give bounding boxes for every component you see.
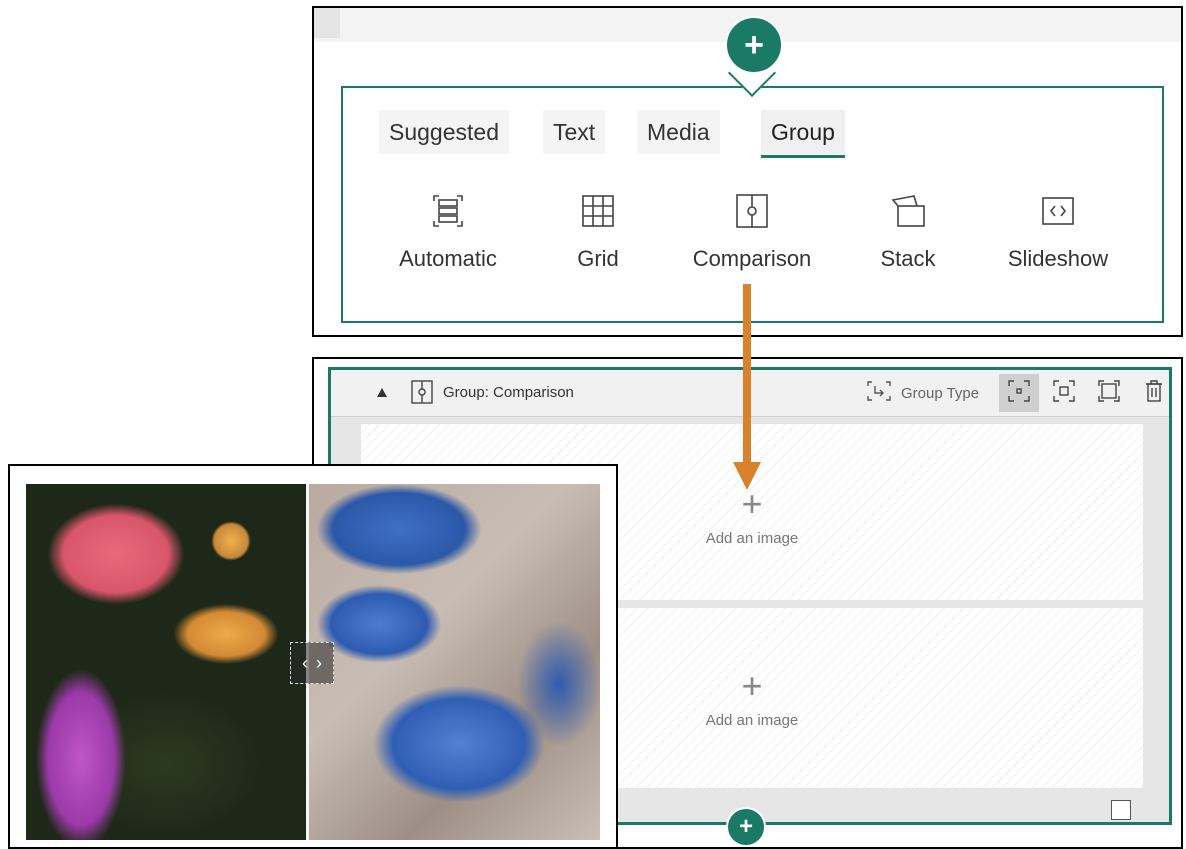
automatic-layout-icon: [373, 192, 523, 230]
left-lobster-photo: [26, 484, 306, 840]
tab-text[interactable]: Text: [543, 110, 606, 154]
insert-plus-button[interactable]: +: [725, 16, 783, 74]
slideshow-icon: [983, 192, 1133, 230]
group-type-button[interactable]: Group Type: [867, 378, 979, 408]
option-grid[interactable]: Grid: [523, 192, 673, 272]
collapse-triangle-icon[interactable]: [377, 388, 387, 397]
grid-icon: [523, 192, 673, 230]
stack-icon: [833, 192, 983, 230]
tab-group[interactable]: Group: [761, 110, 845, 158]
comparison-icon: [411, 380, 433, 408]
option-comparison-label: Comparison: [692, 246, 812, 271]
option-stack[interactable]: Stack: [833, 192, 983, 272]
comparison-preview-screenshot: ‹ ›: [8, 464, 618, 849]
size-medium-button[interactable]: [1044, 374, 1084, 412]
size-large-icon: [1098, 380, 1120, 406]
callout-arrow-line: [743, 284, 751, 464]
right-lobster-photo: [309, 484, 600, 840]
size-medium-icon: [1053, 380, 1075, 406]
size-large-button[interactable]: [1089, 374, 1129, 412]
selected-tab-underline: [761, 155, 845, 158]
option-grid-label: Grid: [577, 246, 619, 271]
add-section-plus-button[interactable]: +: [726, 807, 766, 847]
insert-menu-panel: Suggested Text Media Group Automatic Gri…: [341, 86, 1164, 323]
chevron-left-icon: ‹: [302, 652, 308, 673]
size-small-icon: [1008, 380, 1030, 406]
chevron-right-icon: ›: [316, 652, 322, 673]
size-small-button[interactable]: [999, 374, 1039, 412]
corner-block: [314, 8, 340, 38]
option-slideshow-label: Slideshow: [1007, 246, 1109, 271]
option-slideshow[interactable]: Slideshow: [983, 192, 1133, 272]
comparison-slider-handle[interactable]: ‹ ›: [290, 642, 334, 684]
option-stack-label: Stack: [880, 246, 936, 271]
delete-button[interactable]: [1134, 374, 1174, 412]
group-type-label: Group Type: [901, 384, 980, 402]
trash-icon: [1145, 380, 1163, 406]
tab-media[interactable]: Media: [637, 110, 720, 154]
tab-group-label: Group: [771, 118, 835, 145]
group-title: Group: Comparison: [443, 384, 574, 401]
option-automatic[interactable]: Automatic: [373, 192, 523, 272]
comparison-preview: ‹ ›: [26, 484, 600, 840]
tab-suggested[interactable]: Suggested: [379, 110, 509, 154]
callout-arrow-head: [733, 462, 761, 490]
option-comparison[interactable]: Comparison: [677, 192, 827, 272]
option-automatic-label: Automatic: [399, 246, 497, 271]
select-checkbox[interactable]: [1111, 800, 1131, 820]
group-type-icon: [867, 381, 891, 405]
comparison-icon: [677, 192, 827, 230]
